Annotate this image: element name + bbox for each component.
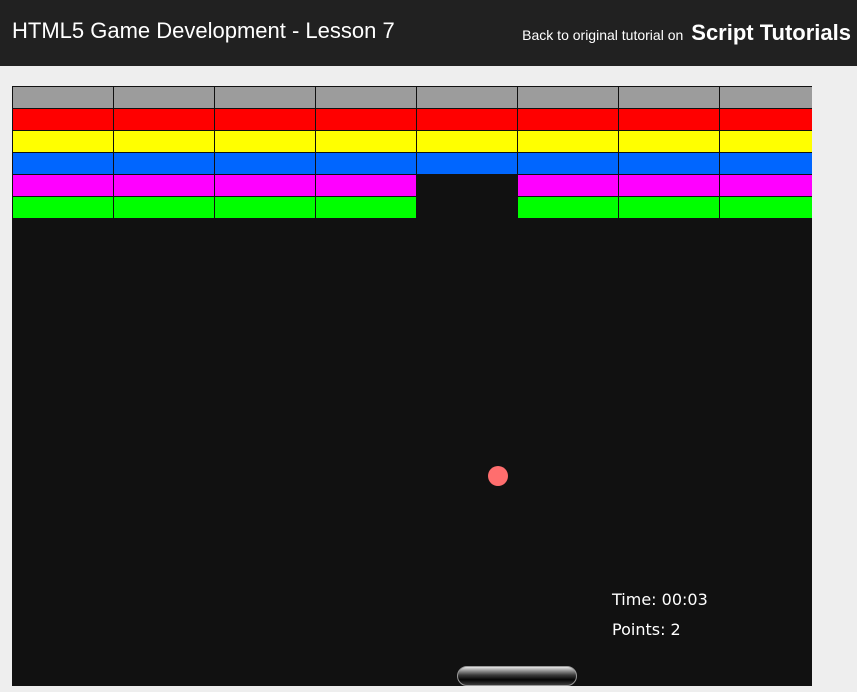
brick-row3-col7 xyxy=(618,130,720,153)
brick-row6-col7 xyxy=(618,196,720,219)
brick-row4-col1 xyxy=(12,152,114,175)
ball xyxy=(488,466,508,486)
brick-row3-col5 xyxy=(416,130,518,153)
brick-row5-col8 xyxy=(719,174,812,197)
time-display: Time: 00:03 xyxy=(612,590,708,609)
brick-row2-col1 xyxy=(12,108,114,131)
brick-row1-col1 xyxy=(12,86,114,109)
paddle[interactable] xyxy=(457,666,577,686)
brick-row3-col3 xyxy=(214,130,316,153)
brick-row2-col8 xyxy=(719,108,812,131)
brick-row3-col2 xyxy=(113,130,215,153)
brick-row1-col4 xyxy=(315,86,417,109)
brick-row4-col7 xyxy=(618,152,720,175)
page-header: HTML5 Game Development - Lesson 7 Back t… xyxy=(0,0,857,66)
brick-row4-col6 xyxy=(517,152,619,175)
brick-row4-col3 xyxy=(214,152,316,175)
brick-row1-col7 xyxy=(618,86,720,109)
brick-row4-col5 xyxy=(416,152,518,175)
brick-row5-col2 xyxy=(113,174,215,197)
brick-row1-col3 xyxy=(214,86,316,109)
script-tutorials-link[interactable]: Script Tutorials xyxy=(691,20,851,46)
brick-row2-col6 xyxy=(517,108,619,131)
points-display: Points: 2 xyxy=(612,620,681,639)
brick-row4-col2 xyxy=(113,152,215,175)
brick-row6-col3 xyxy=(214,196,316,219)
game-canvas[interactable]: Time: 00:03 Points: 2 xyxy=(12,86,812,686)
brick-row4-col4 xyxy=(315,152,417,175)
brick-row1-col8 xyxy=(719,86,812,109)
brick-row1-col6 xyxy=(517,86,619,109)
brick-row6-col8 xyxy=(719,196,812,219)
brick-row2-col7 xyxy=(618,108,720,131)
brick-row6-col4 xyxy=(315,196,417,219)
brick-row3-col1 xyxy=(12,130,114,153)
brick-row6-col6 xyxy=(517,196,619,219)
brick-row5-col4 xyxy=(315,174,417,197)
brick-row4-col8 xyxy=(719,152,812,175)
brick-row2-col4 xyxy=(315,108,417,131)
brick-row5-col7 xyxy=(618,174,720,197)
header-credit: Back to original tutorial on Script Tuto… xyxy=(522,20,851,46)
brick-row3-col8 xyxy=(719,130,812,153)
brick-row5-col3 xyxy=(214,174,316,197)
back-to-tutorial-text: Back to original tutorial on xyxy=(522,27,684,43)
brick-row3-col4 xyxy=(315,130,417,153)
brick-row5-col6 xyxy=(517,174,619,197)
brick-row2-col5 xyxy=(416,108,518,131)
brick-row1-col2 xyxy=(113,86,215,109)
brick-row6-col1 xyxy=(12,196,114,219)
brick-row1-col5 xyxy=(416,86,518,109)
brick-row2-col2 xyxy=(113,108,215,131)
brick-row2-col3 xyxy=(214,108,316,131)
brick-row3-col6 xyxy=(517,130,619,153)
brick-row6-col2 xyxy=(113,196,215,219)
brick-row5-col1 xyxy=(12,174,114,197)
page-title: HTML5 Game Development - Lesson 7 xyxy=(12,18,395,43)
